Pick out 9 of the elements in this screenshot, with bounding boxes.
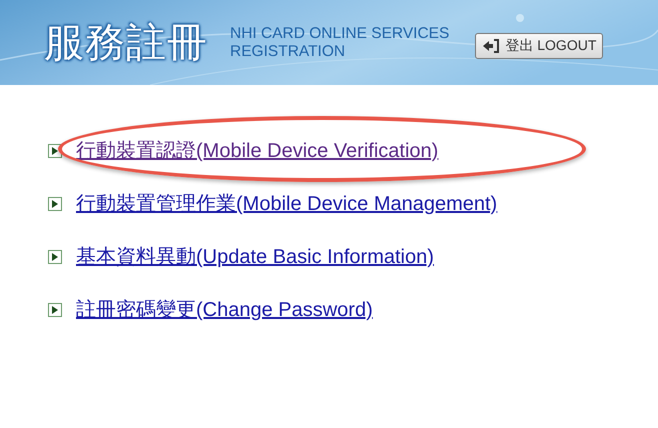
menu-link[interactable]: 行動裝置管理作業(Mobile Device Management) bbox=[76, 190, 498, 217]
site-subtitle: REGISTRATION bbox=[230, 42, 346, 60]
menu-link[interactable]: 基本資料異動(Update Basic Information) bbox=[76, 243, 434, 270]
site-title: 服務註冊 bbox=[44, 20, 208, 67]
site-subtitle: NHI CARD ONLINE SERVICES bbox=[230, 24, 450, 42]
logout-button[interactable]: 登出 LOGOUT bbox=[475, 32, 604, 58]
menu-link[interactable]: 行動裝置認證(Mobile Device Verification) bbox=[76, 137, 438, 164]
menu-link[interactable]: 註冊密碼變更(Change Password) bbox=[76, 296, 373, 323]
logout-icon bbox=[482, 38, 500, 54]
